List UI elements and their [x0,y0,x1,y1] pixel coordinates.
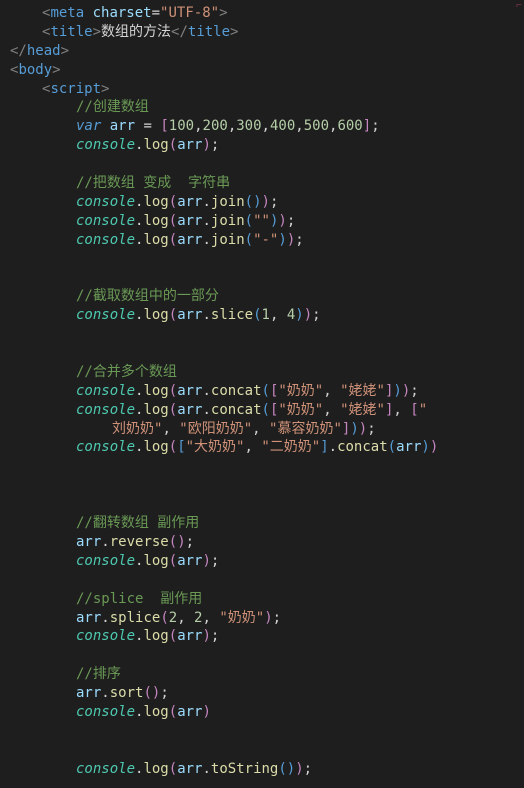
code-line [0,250,524,269]
code-line: //合并多个数组 [0,363,524,382]
code-line [0,344,524,363]
code-line: arr.reverse(); [0,533,524,552]
code-line: console.log(arr.join()); [0,193,524,212]
code-line [0,495,524,514]
code-line: //翻转数组 副作用 [0,514,524,533]
code-line: console.log(arr); [0,136,524,155]
code-editor[interactable]: <meta charset="UTF-8"><title>数组的方法</titl… [0,0,524,779]
code-line: //splice 副作用 [0,590,524,609]
code-line [0,741,524,760]
code-line [0,457,524,476]
code-line: //创建数组 [0,98,524,117]
code-line: console.log(arr.join("")); [0,212,524,231]
code-line: <body> [0,61,524,80]
code-line: console.log(arr.slice(1, 4)); [0,306,524,325]
code-line: arr.splice(2, 2, "奶奶"); [0,609,524,628]
code-line [0,722,524,741]
code-line: console.log(arr) [0,703,524,722]
code-line: //截取数组中的一部分 [0,287,524,306]
code-line [0,646,524,665]
code-line [0,571,524,590]
code-line [0,155,524,174]
code-line: console.log(arr.toString()); [0,760,524,779]
code-line: </head> [0,42,524,61]
code-line: <script> [0,80,524,99]
code-line: <meta charset="UTF-8"> [0,4,524,23]
code-line: var arr = [100,200,300,400,500,600]; [0,117,524,136]
code-line: console.log(arr.concat(["奶奶", "姥姥"])); [0,382,524,401]
code-line: arr.sort(); [0,684,524,703]
code-line: console.log(arr); [0,627,524,646]
code-line: console.log(arr.concat(["奶奶", "姥姥"], [" [0,401,524,420]
code-line [0,476,524,495]
code-line: //排序 [0,665,524,684]
code-line: console.log(["大奶奶", "二奶奶"].concat(arr)) [0,438,524,457]
collapse-icon: ⌐ [516,0,522,14]
code-line: <title>数组的方法</title> [0,23,524,42]
code-line: console.log(arr.join("-")); [0,231,524,250]
code-line [0,325,524,344]
code-line: //把数组 变成 字符串 [0,174,524,193]
code-line: console.log(arr); [0,552,524,571]
code-line: 刘奶奶", "欧阳奶奶", "慕容奶奶"])); [0,420,524,439]
code-line [0,268,524,287]
